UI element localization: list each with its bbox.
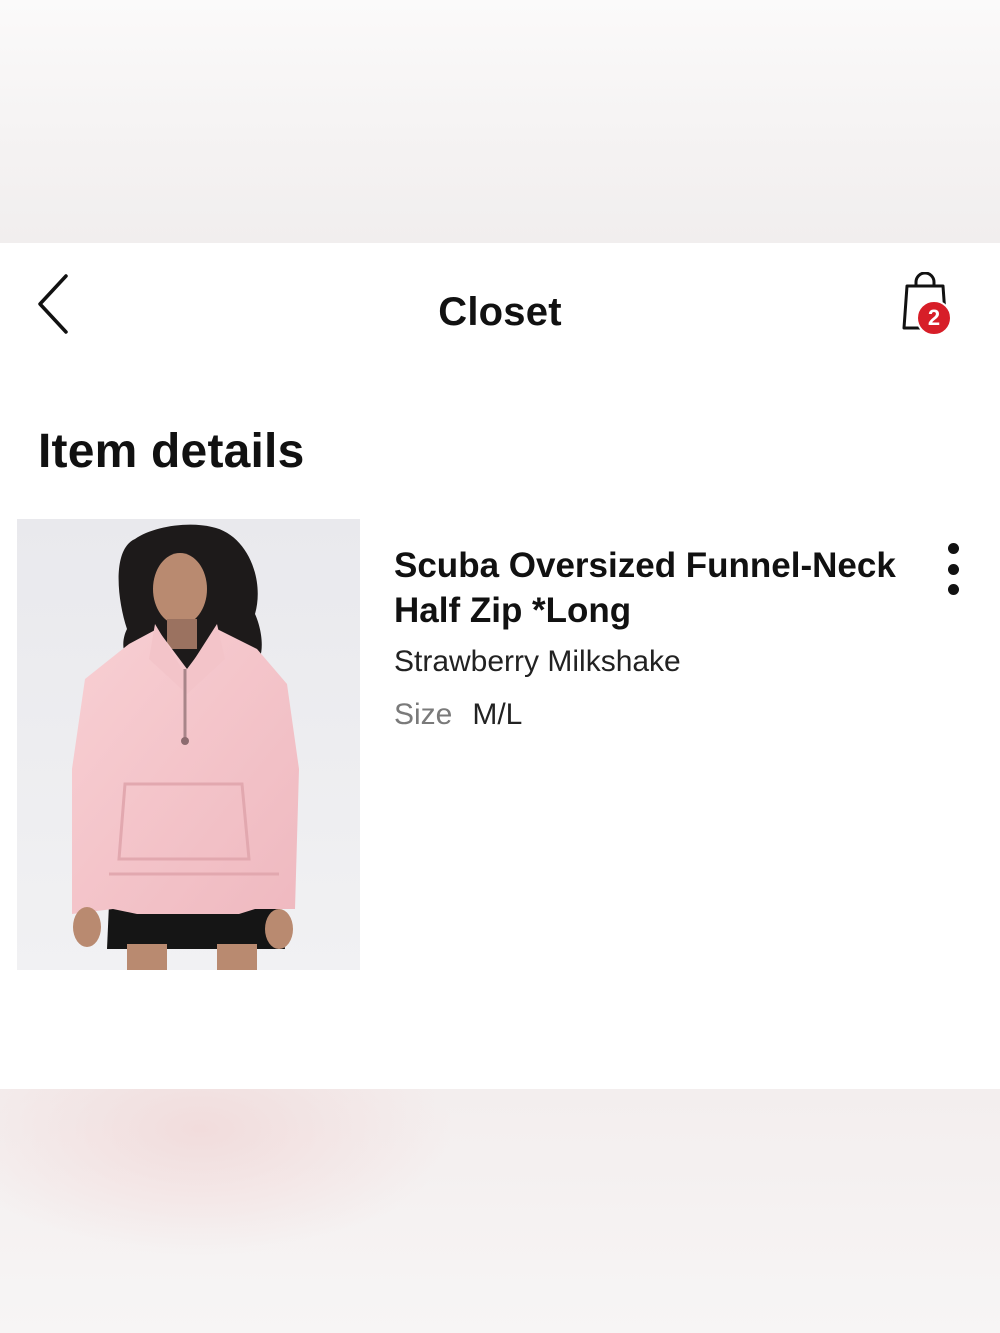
product-image[interactable] bbox=[17, 519, 360, 970]
size-value: M/L bbox=[472, 698, 523, 731]
product-photo bbox=[17, 519, 360, 970]
page-title: Closet bbox=[438, 290, 562, 334]
item-details-heading: Item details bbox=[38, 425, 305, 478]
background-blur-top bbox=[0, 0, 1000, 243]
product-size: Size M/L bbox=[394, 698, 522, 732]
chevron-left-icon bbox=[38, 274, 68, 334]
more-options-button[interactable] bbox=[936, 543, 970, 595]
size-label: Size bbox=[394, 698, 453, 731]
product-name: Scuba Oversized Funnel-Neck Half Zip *Lo… bbox=[394, 546, 896, 630]
cart-count-badge: 2 bbox=[916, 300, 952, 336]
more-dot bbox=[947, 584, 959, 595]
shopping-bag-button[interactable]: 2 bbox=[896, 270, 962, 340]
background-blur-bottom bbox=[0, 1089, 1000, 1333]
more-dot bbox=[947, 563, 959, 575]
back-button[interactable] bbox=[28, 272, 76, 336]
more-vertical-icon bbox=[947, 543, 959, 554]
product-color: Strawberry Milkshake bbox=[394, 645, 681, 678]
